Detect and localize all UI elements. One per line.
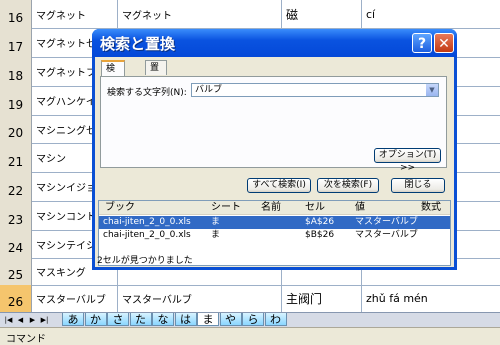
table-row: 26 マスターバルブ マスターバルブ 主阀门 zhǔ fá mén — [0, 285, 500, 313]
cell-c1[interactable]: マグネット — [32, 0, 118, 28]
sheet-tab[interactable]: あ — [62, 313, 84, 326]
sheet-tab[interactable]: や — [219, 313, 242, 326]
results-header: ブック シート 名前 セル 値 数式 — [99, 201, 450, 215]
table-row: 16 マグネット マグネット磁 cí — [0, 0, 500, 29]
dialog-body: 検索(D) 置換(P) 検索する文字列(N): バルブ ▼ オプション(T) >… — [95, 57, 454, 267]
sheet-tab[interactable]: ら — [242, 313, 264, 326]
result-sheet: ま — [211, 230, 221, 240]
find-value: バルブ — [195, 85, 223, 95]
result-value: マスターバルブ — [355, 217, 418, 227]
help-button[interactable]: ? — [412, 33, 432, 53]
col-formula[interactable]: 数式 — [421, 201, 441, 214]
found-count: 2セルが見つかりました — [97, 256, 193, 266]
list-item[interactable]: chai-jiten_2_0_0.xls ま $B$26 マスターバルブ — [99, 229, 450, 242]
result-book: chai-jiten_2_0_0.xls — [103, 217, 191, 227]
find-all-button[interactable]: すべて検索(I) — [247, 178, 311, 193]
find-panel: 検索する文字列(N): バルブ ▼ オプション(T) >> — [100, 76, 447, 173]
cell-c3[interactable]: 磁 — [282, 0, 362, 28]
result-value: マスターバルブ — [355, 230, 418, 240]
col-sheet[interactable]: シート — [211, 201, 241, 214]
row-number[interactable]: 26 — [0, 285, 32, 312]
row-number[interactable]: 20 — [0, 115, 32, 143]
find-input[interactable]: バルブ ▼ — [191, 83, 439, 97]
next-sheet-icon[interactable]: ▶ — [28, 315, 37, 325]
result-cell: $B$26 — [305, 230, 335, 240]
sheet-tab-bar: |◀ ◀ ▶ ▶| あかさたなはまやらわ — [0, 312, 500, 327]
row-number[interactable]: 18 — [0, 57, 32, 86]
find-replace-dialog: 検索と置換 ? ✕ 検索(D) 置換(P) 検索する文字列(N): バルブ ▼ … — [92, 29, 457, 270]
sheet-tab[interactable]: は — [174, 313, 197, 326]
find-label: 検索する文字列(N): — [107, 88, 187, 98]
chevron-down-icon[interactable]: ▼ — [426, 84, 438, 96]
status-bar: コマンド — [0, 327, 500, 345]
tab-replace[interactable]: 置換(P) — [145, 60, 168, 103]
col-name[interactable]: 名前 — [261, 201, 281, 214]
cell-c4[interactable]: zhǔ fá mén — [362, 285, 500, 312]
cell-c3[interactable]: 主阀门 — [282, 285, 362, 312]
first-sheet-icon[interactable]: |◀ — [4, 315, 13, 325]
row-number[interactable]: 24 — [0, 230, 32, 258]
tab-find[interactable]: 検索(D) — [101, 60, 125, 104]
status-text: コマンド — [6, 334, 46, 345]
row-number[interactable]: 22 — [0, 172, 32, 201]
sheet-tab[interactable]: な — [152, 313, 174, 326]
result-book: chai-jiten_2_0_0.xls — [103, 230, 191, 240]
last-sheet-icon[interactable]: ▶| — [40, 315, 49, 325]
close-button[interactable]: 閉じる — [391, 178, 445, 193]
row-number[interactable]: 25 — [0, 258, 32, 285]
cell-c2[interactable]: マスターバルブ — [118, 285, 282, 312]
row-number[interactable]: 23 — [0, 201, 32, 230]
cell-c2[interactable]: マグネット — [118, 0, 282, 28]
col-value[interactable]: 値 — [355, 201, 365, 214]
find-next-button[interactable]: 次を検索(F) — [317, 178, 379, 193]
col-cell[interactable]: セル — [305, 201, 325, 214]
sheet-tab[interactable]: ま — [197, 313, 219, 326]
sheet-tab[interactable]: わ — [264, 313, 287, 326]
row-number[interactable]: 21 — [0, 143, 32, 172]
dialog-title: 検索と置換 — [100, 35, 176, 53]
row-number[interactable]: 17 — [0, 28, 32, 57]
cell-c1[interactable]: マスターバルブ — [32, 285, 118, 312]
cell-c4[interactable]: cí — [362, 0, 500, 28]
sheet-tab[interactable]: さ — [107, 313, 129, 326]
row-number[interactable]: 19 — [0, 86, 32, 115]
result-cell: $A$26 — [305, 217, 335, 227]
row-number[interactable]: 16 — [0, 0, 32, 28]
dialog-titlebar[interactable]: 検索と置換 ? ✕ — [92, 29, 457, 57]
sheet-tab[interactable]: か — [84, 313, 107, 326]
result-sheet: ま — [211, 217, 221, 227]
list-item[interactable]: chai-jiten_2_0_0.xls ま $A$26 マスターバルブ — [99, 216, 450, 229]
col-book[interactable]: ブック — [105, 201, 135, 214]
close-icon[interactable]: ✕ — [434, 33, 454, 53]
prev-sheet-icon[interactable]: ◀ — [16, 315, 25, 325]
sheet-tab[interactable]: た — [129, 313, 152, 326]
options-button[interactable]: オプション(T) >> — [374, 148, 441, 173]
